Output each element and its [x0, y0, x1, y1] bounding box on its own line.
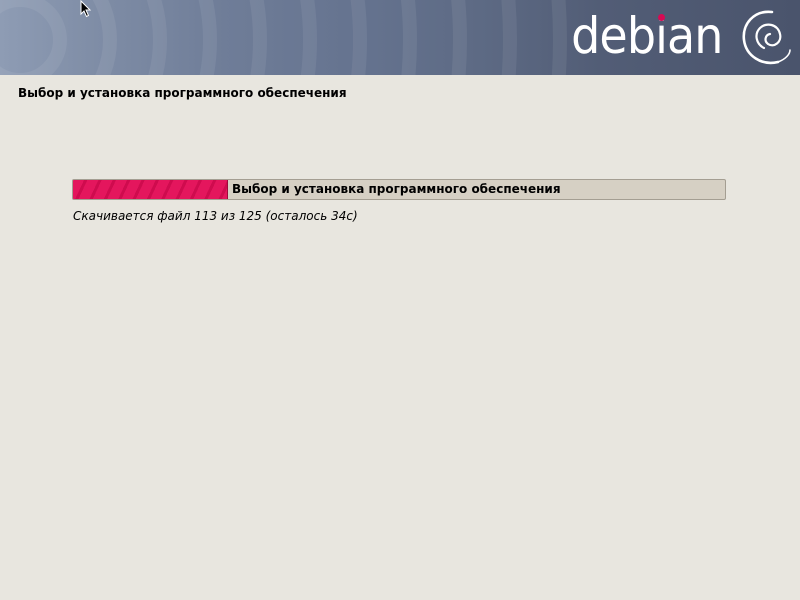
page-title: Выбор и установка программного обеспечен…	[18, 86, 347, 100]
debian-logo-dot	[658, 14, 665, 21]
debian-logo-text: debian	[570, 7, 723, 65]
progress-bar-label: Выбор и установка программного обеспечен…	[232, 182, 561, 196]
header-banner: debian	[0, 0, 800, 75]
debian-swirl-icon	[742, 10, 791, 65]
download-status-text: Скачивается файл 113 из 125 (осталось 34…	[73, 209, 358, 223]
install-progress-bar: Выбор и установка программного обеспечен…	[72, 179, 726, 200]
arrow-cursor-icon	[80, 0, 92, 18]
progress-bar-fill	[73, 180, 228, 199]
